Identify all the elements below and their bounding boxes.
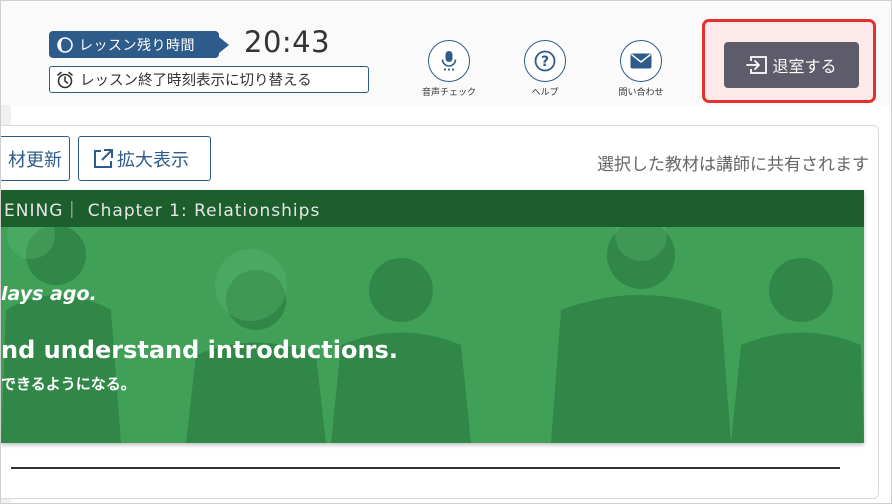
people-photo [1, 190, 864, 443]
contact-button[interactable]: 問い合わせ [601, 40, 681, 98]
voice-check-button[interactable]: 音声チェック [409, 40, 489, 98]
banner-line-3: できるようになる。 [1, 375, 136, 393]
expand-view-label: 拡大表示 [117, 149, 189, 171]
chapter-title-bar: ENING｜ Chapter 1: Relationships [1, 190, 864, 227]
microphone-icon [441, 51, 457, 71]
lesson-window: レッスン残り時間 20:43 レッスン終了時刻表示に切り替える 音声チェック ?… [0, 0, 892, 504]
mail-icon [630, 53, 652, 69]
help-label: ヘルプ [531, 88, 559, 98]
content-divider [11, 467, 840, 469]
update-material-label: 材更新 [8, 149, 62, 171]
clock-moon-icon [57, 36, 73, 53]
banner-line-1: lays ago. [1, 283, 97, 305]
alarm-clock-icon [57, 71, 73, 88]
lesson-header: レッスン残り時間 20:43 レッスン終了時刻表示に切り替える 音声チェック ?… [1, 1, 891, 105]
exit-room-label: 退室する [772, 57, 837, 76]
lesson-banner: ENING｜ Chapter 1: Relationships [1, 190, 864, 443]
shared-notice: 選択した教材は講師に共有されます [597, 155, 869, 175]
svg-text:?: ? [541, 54, 549, 70]
exit-arrow-icon [746, 56, 768, 74]
switch-end-time-label: レッスン終了時刻表示に切り替える [80, 73, 312, 89]
expand-view-button[interactable]: 拡大表示 [78, 136, 211, 181]
switch-end-time-button[interactable]: レッスン終了時刻表示に切り替える [49, 66, 369, 93]
remaining-time-value: 20:43 [244, 25, 331, 59]
exit-room-button[interactable]: 退室する [724, 42, 859, 88]
help-button[interactable]: ? ヘルプ [505, 40, 585, 98]
voice-check-label: 音声チェック [421, 88, 476, 98]
banner-line-2: nd understand introductions. [1, 336, 398, 364]
remaining-time-label: レッスン残り時間 [79, 37, 195, 54]
remaining-time-badge: レッスン残り時間 [49, 31, 229, 58]
update-material-button[interactable]: 材更新 [1, 136, 70, 181]
contact-label: 問い合わせ [618, 88, 664, 98]
external-link-icon [94, 148, 113, 168]
help-icon: ? [534, 50, 556, 72]
